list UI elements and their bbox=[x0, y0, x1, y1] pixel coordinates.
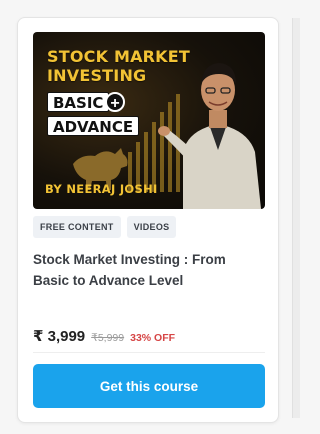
course-tags: FREE CONTENT VIDEOS bbox=[33, 216, 177, 238]
tag-free-content: FREE CONTENT bbox=[33, 216, 121, 238]
divider bbox=[33, 352, 265, 353]
course-thumbnail[interactable]: STOCK MARKET INVESTING BASIC + ADVANCE B… bbox=[33, 32, 265, 209]
plus-icon: + bbox=[105, 92, 125, 112]
thumbnail-byline: BY NEERAJ JOSHI bbox=[45, 182, 158, 196]
thumbnail-title-line1: STOCK MARKET bbox=[47, 47, 191, 66]
current-price: ₹ 3,999 bbox=[33, 328, 86, 345]
presenter-figure bbox=[158, 63, 261, 209]
tag-videos: VIDEOS bbox=[126, 216, 177, 238]
course-title[interactable]: Stock Market Investing : From Basic to A… bbox=[33, 249, 265, 291]
get-course-button[interactable]: Get this course bbox=[33, 364, 265, 408]
price-row: ₹ 3,999 ₹5,999 33% OFF bbox=[33, 327, 175, 345]
original-price: ₹5,999 bbox=[91, 332, 125, 344]
thumbnail-title-line2: INVESTING bbox=[47, 66, 147, 85]
thumbnail-advance-pill: ADVANCE bbox=[47, 116, 140, 136]
discount-badge: 33% OFF bbox=[130, 332, 176, 344]
adjacent-card-edge bbox=[292, 18, 300, 418]
thumbnail-basic-pill: BASIC bbox=[47, 92, 110, 112]
course-card[interactable]: STOCK MARKET INVESTING BASIC + ADVANCE B… bbox=[17, 17, 279, 423]
